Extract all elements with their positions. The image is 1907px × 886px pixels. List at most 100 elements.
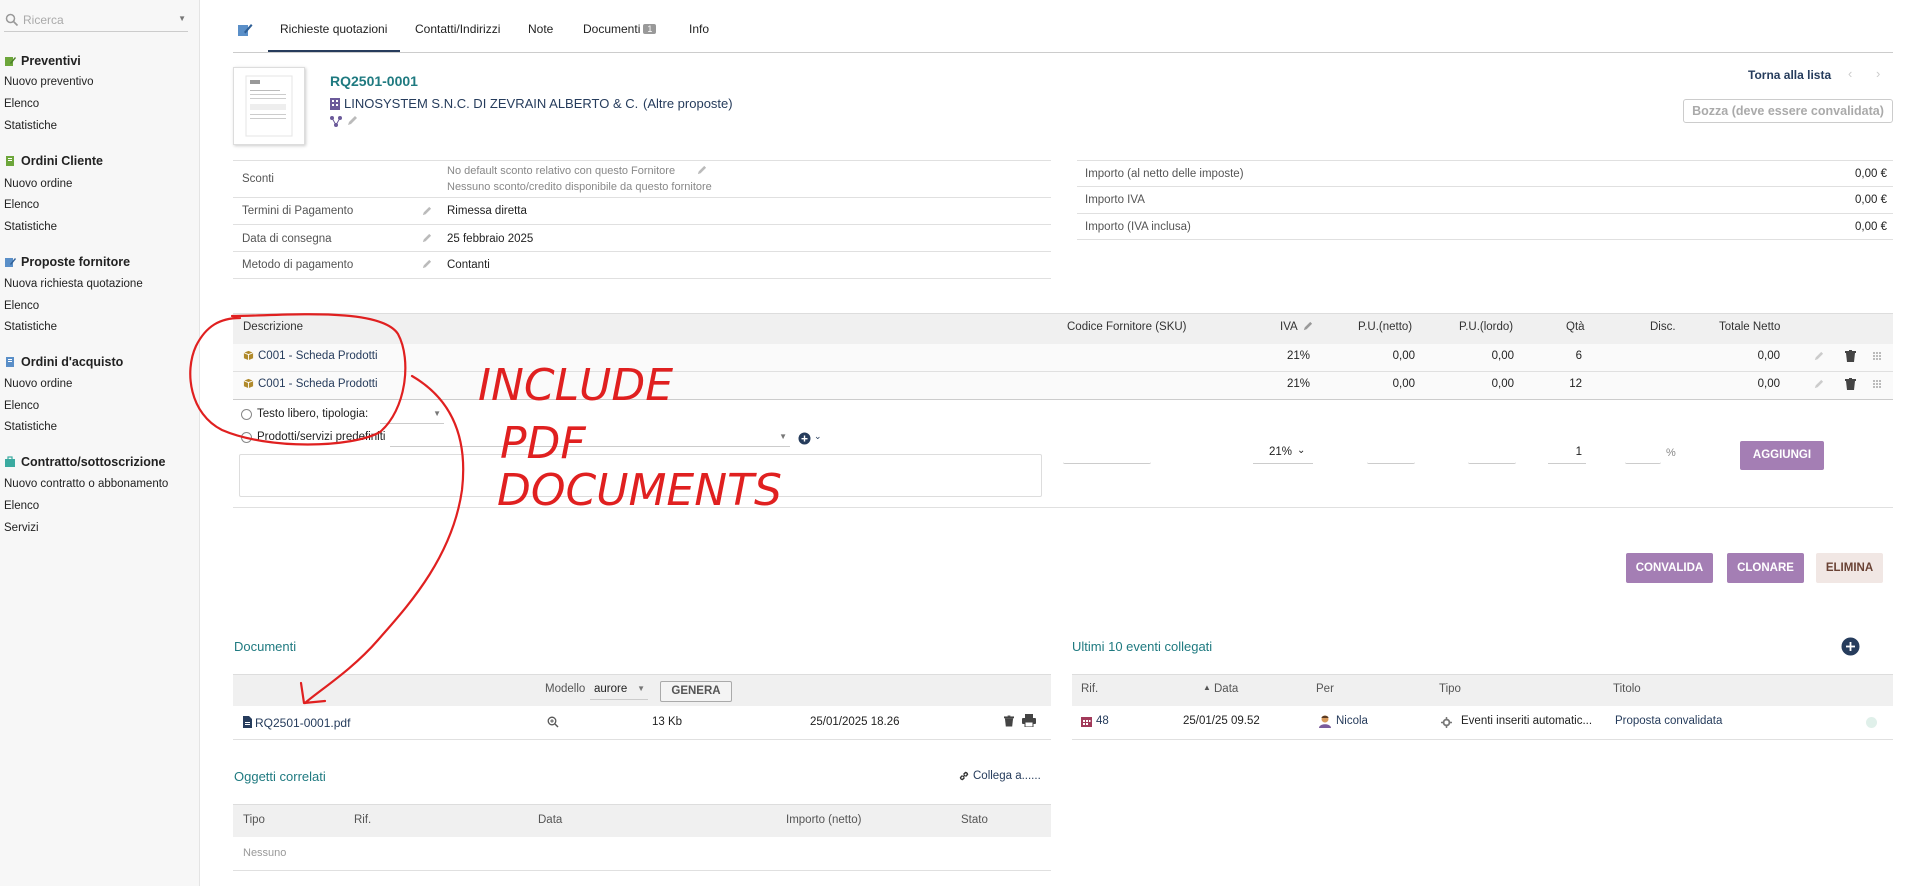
payment-method-label: Metodo di pagamento <box>242 259 354 271</box>
sidebar-section-proposte-fornitore[interactable]: Proposte fornitore <box>4 255 130 269</box>
tabs-divider <box>233 52 1893 53</box>
add-circle-icon[interactable] <box>1841 637 1860 656</box>
sidebar-item-nuova-richiesta[interactable]: Nuova richiesta quotazione <box>4 278 143 290</box>
sidebar-section-title: Ordini d'acquisto <box>21 355 124 369</box>
chevron-down-icon[interactable]: ▼ <box>178 14 186 23</box>
pencil-icon[interactable] <box>421 233 432 244</box>
event-user-link[interactable]: Nicola <box>1336 715 1368 727</box>
sidebar-item-nuovo-ordine[interactable]: Nuovo ordine <box>4 178 72 190</box>
chevron-down-icon[interactable]: ⌄ <box>814 431 822 442</box>
tab-note[interactable]: Note <box>528 22 553 36</box>
sidebar-item-elenco[interactable]: Elenco <box>4 400 39 412</box>
events-header <box>1072 674 1893 706</box>
free-text-type-select[interactable]: ▼ <box>380 407 444 424</box>
pencil-icon[interactable] <box>1302 321 1313 332</box>
drag-handle-icon[interactable] <box>1873 380 1881 388</box>
divider <box>1077 213 1893 214</box>
total-gross-label: Importo (IVA inclusa) <box>1085 221 1191 233</box>
pencil-icon[interactable] <box>1813 351 1824 362</box>
divider <box>233 507 1893 508</box>
related-objects-title: Oggetti correlati <box>234 769 326 784</box>
zoom-preview-icon[interactable] <box>547 716 559 728</box>
sku-input[interactable] <box>1063 442 1151 464</box>
sidebar-item-elenco[interactable]: Elenco <box>4 199 39 211</box>
sidebar-section-contratto[interactable]: Contratto/sottoscrizione <box>4 455 165 469</box>
search-input[interactable]: Ricerca ▼ <box>4 10 188 32</box>
proposal-ref: RQ2501-0001 <box>330 73 418 89</box>
back-to-list-link[interactable]: Torna alla lista <box>1748 68 1831 82</box>
divider <box>1072 739 1893 740</box>
calendar-icon <box>1081 717 1092 727</box>
pu-gross-input[interactable] <box>1468 442 1516 464</box>
status-badge: Bozza (deve essere convalidata) <box>1683 99 1893 123</box>
description-textarea[interactable] <box>239 454 1042 497</box>
print-icon[interactable] <box>1022 714 1036 727</box>
validate-button[interactable]: CONVALIDA <box>1626 553 1713 583</box>
pencil-icon[interactable] <box>421 259 432 270</box>
product-select[interactable]: ▼ <box>390 430 790 447</box>
sidebar-item-elenco[interactable]: Elenco <box>4 300 39 312</box>
event-status-dot <box>1866 717 1877 728</box>
tab-richieste-quotazioni[interactable]: Richieste quotazioni <box>268 22 401 52</box>
trash-icon[interactable] <box>1845 378 1856 390</box>
trash-icon[interactable] <box>1845 350 1856 362</box>
chevron-right-icon[interactable]: › <box>1876 66 1880 81</box>
pdf-file-icon <box>243 716 252 728</box>
sort-asc-icon[interactable]: ▲ <box>1203 683 1211 692</box>
sidebar-item-elenco[interactable]: Elenco <box>4 500 39 512</box>
discount-input[interactable] <box>1625 442 1661 464</box>
qty-input[interactable]: 1 <box>1548 442 1586 464</box>
document-thumbnail[interactable] <box>233 67 305 145</box>
line-description[interactable]: C001 - Scheda Prodotti <box>258 378 378 390</box>
divider <box>233 224 1051 225</box>
sidebar-item-statistiche[interactable]: Statistiche <box>4 120 57 132</box>
supplier-name[interactable]: LINOSYSTEM S.N.C. DI ZEVRAIN ALBERTO & C… <box>344 96 638 111</box>
tab-info[interactable]: Info <box>689 22 709 36</box>
trash-icon[interactable] <box>1004 715 1014 727</box>
event-ref-link[interactable]: 48 <box>1096 715 1109 727</box>
pencil-icon[interactable] <box>1813 379 1824 390</box>
pu-net-input[interactable] <box>1367 442 1415 464</box>
line-qty: 6 <box>1575 350 1582 362</box>
clone-button[interactable]: CLONARE <box>1727 553 1804 583</box>
other-proposals-link[interactable]: (Altre proposte) <box>643 96 733 111</box>
gear-icon <box>1441 717 1452 728</box>
document-file-link[interactable]: RQ2501-0001.pdf <box>255 716 350 730</box>
sidebar-section-title: Proposte fornitore <box>21 255 131 269</box>
link-to-link[interactable]: Collega a...... <box>973 770 1041 782</box>
pencil-icon[interactable] <box>696 165 707 176</box>
sidebar-item-servizi[interactable]: Servizi <box>4 522 39 534</box>
event-type: Eventi inseriti automatic... <box>1461 715 1593 727</box>
add-line-button[interactable]: AGGIUNGI <box>1740 441 1824 470</box>
drag-handle-icon[interactable] <box>1873 352 1881 360</box>
tab-documenti[interactable]: Documenti 1 <box>583 22 657 36</box>
predefined-product-radio[interactable] <box>241 432 252 443</box>
sidebar-item-statistiche[interactable]: Statistiche <box>4 421 57 433</box>
chevron-down-icon: ▼ <box>433 409 441 418</box>
discounts-line-1: No default sconto relativo con questo Fo… <box>447 165 676 177</box>
pencil-icon[interactable] <box>421 206 432 217</box>
total-gross-value: 0,00 € <box>1855 221 1887 233</box>
pencil-icon[interactable] <box>346 115 358 127</box>
sidebar-item-nuovo-contratto[interactable]: Nuovo contratto o abbonamento <box>4 478 168 490</box>
line-description[interactable]: C001 - Scheda Prodotti <box>258 350 378 362</box>
line-pu-net: 0,00 <box>1392 350 1415 362</box>
add-circle-icon[interactable] <box>798 432 811 445</box>
sidebar-section-preventivi[interactable]: Preventivi <box>4 54 81 68</box>
sidebar-item-statistiche[interactable]: Statistiche <box>4 321 57 333</box>
free-text-radio[interactable] <box>241 409 252 420</box>
delete-button[interactable]: ELIMINA <box>1816 553 1883 583</box>
chevron-left-icon[interactable]: ‹ <box>1848 66 1852 81</box>
sidebar-item-statistiche[interactable]: Statistiche <box>4 221 57 233</box>
model-select[interactable]: aurore ▼ <box>590 680 648 700</box>
tab-contatti-indirizzi[interactable]: Contatti/Indirizzi <box>415 22 500 36</box>
sidebar-section-ordini-acquisto[interactable]: Ordini d'acquisto <box>4 355 123 369</box>
sidebar-item-nuovo-preventivo[interactable]: Nuovo preventivo <box>4 76 94 88</box>
sidebar-section-ordini-cliente[interactable]: Ordini Cliente <box>4 154 103 168</box>
generate-button[interactable]: GENERA <box>660 681 732 702</box>
events-title: Ultimi 10 eventi collegati <box>1072 639 1213 654</box>
sidebar-item-elenco[interactable]: Elenco <box>4 98 39 110</box>
vat-select[interactable]: 21% ⌄ <box>1253 442 1313 464</box>
event-title-link[interactable]: Proposta convalidata <box>1615 715 1722 727</box>
sidebar-item-nuovo-ordine[interactable]: Nuovo ordine <box>4 378 72 390</box>
